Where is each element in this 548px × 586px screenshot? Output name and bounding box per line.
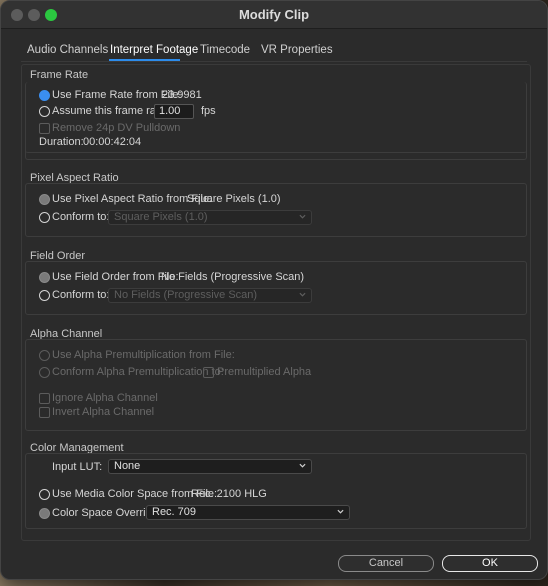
input-lut-label: Input LUT:	[52, 461, 103, 473]
assume-frame-rate-radio[interactable]	[39, 106, 50, 117]
color-space-override-label: Color Space Override:	[52, 507, 161, 519]
assume-frame-rate-label: Assume this frame rate:	[52, 105, 169, 117]
assumed-frame-rate-input[interactable]: 1.00	[154, 104, 194, 119]
use-alpha-premult-label: Use Alpha Premultiplication from File:	[52, 349, 235, 361]
use-pixel-aspect-from-file-radio[interactable]	[39, 194, 50, 205]
chevron-down-icon	[299, 214, 306, 219]
frame-rate-heading: Frame Rate	[30, 69, 89, 81]
title-bar: Modify Clip	[1, 1, 547, 29]
ok-button[interactable]: OK	[442, 555, 538, 572]
invert-alpha-label: Invert Alpha Channel	[52, 406, 155, 418]
conform-alpha-premult-label: Conform Alpha Premultiplication to:	[52, 366, 224, 378]
use-field-order-from-file-label: Use Field Order from File:	[52, 271, 179, 283]
fps-unit-label: fps	[201, 105, 216, 117]
tab-vr-properties[interactable]: VR Properties	[261, 44, 333, 56]
invert-alpha-checkbox[interactable]	[39, 407, 50, 418]
tabs-divider	[21, 61, 527, 62]
duration-value: 00:00:42:04	[83, 136, 142, 148]
duration-label: Duration:	[39, 136, 84, 148]
conform-pixel-aspect-select[interactable]: Square Pixels (1.0)	[108, 210, 312, 225]
tab-interpret-footage[interactable]: Interpret Footage	[110, 44, 198, 56]
conform-field-order-radio[interactable]	[39, 290, 50, 301]
color-space-override-radio[interactable]	[39, 508, 50, 519]
tab-audio-channels[interactable]: Audio Channels	[27, 44, 108, 56]
use-field-order-from-file-radio[interactable]	[39, 272, 50, 283]
window-title: Modify Clip	[238, 7, 310, 22]
media-color-space-value: Rec. 2100 HLG	[191, 488, 267, 500]
cancel-button[interactable]: Cancel	[338, 555, 434, 572]
conform-pixel-aspect-value: Square Pixels (1.0)	[114, 211, 208, 223]
color-space-override-select[interactable]: Rec. 709	[146, 505, 350, 520]
conform-field-order-select[interactable]: No Fields (Progressive Scan)	[108, 288, 312, 303]
ignore-alpha-label: Ignore Alpha Channel	[52, 392, 158, 404]
chevron-down-icon	[337, 509, 344, 514]
use-alpha-premult-radio[interactable]	[39, 350, 50, 361]
conform-alpha-premult-radio[interactable]	[39, 367, 50, 378]
remove-pulldown-checkbox[interactable]	[39, 123, 50, 134]
remove-pulldown-label: Remove 24p DV Pulldown	[52, 122, 181, 134]
conform-pixel-aspect-radio[interactable]	[39, 212, 50, 223]
use-media-color-space-radio[interactable]	[39, 489, 50, 500]
chevron-down-icon	[299, 292, 306, 297]
input-lut-select[interactable]: None	[108, 459, 312, 474]
use-frame-rate-from-file-radio[interactable]	[39, 90, 50, 101]
ignore-alpha-checkbox[interactable]	[39, 393, 50, 404]
premultiplied-alpha-label: Premultiplied Alpha	[217, 366, 312, 378]
premultiplied-alpha-checkbox[interactable]	[203, 367, 214, 378]
conform-field-order-value: No Fields (Progressive Scan)	[114, 289, 258, 301]
tab-timecode[interactable]: Timecode	[200, 44, 250, 56]
modify-clip-dialog: Modify Clip Audio Channels Interpret Foo…	[0, 0, 548, 580]
file-frame-rate-value: 23.9981	[162, 89, 202, 101]
conform-field-order-label: Conform to:	[52, 289, 110, 301]
chevron-down-icon	[299, 463, 306, 468]
file-pixel-aspect-value: Square Pixels (1.0)	[187, 193, 281, 205]
conform-pixel-aspect-label: Conform to:	[52, 211, 110, 223]
file-field-order-value: No Fields (Progressive Scan)	[161, 271, 305, 283]
input-lut-value: None	[114, 460, 141, 472]
color-space-override-value: Rec. 709	[152, 506, 197, 518]
